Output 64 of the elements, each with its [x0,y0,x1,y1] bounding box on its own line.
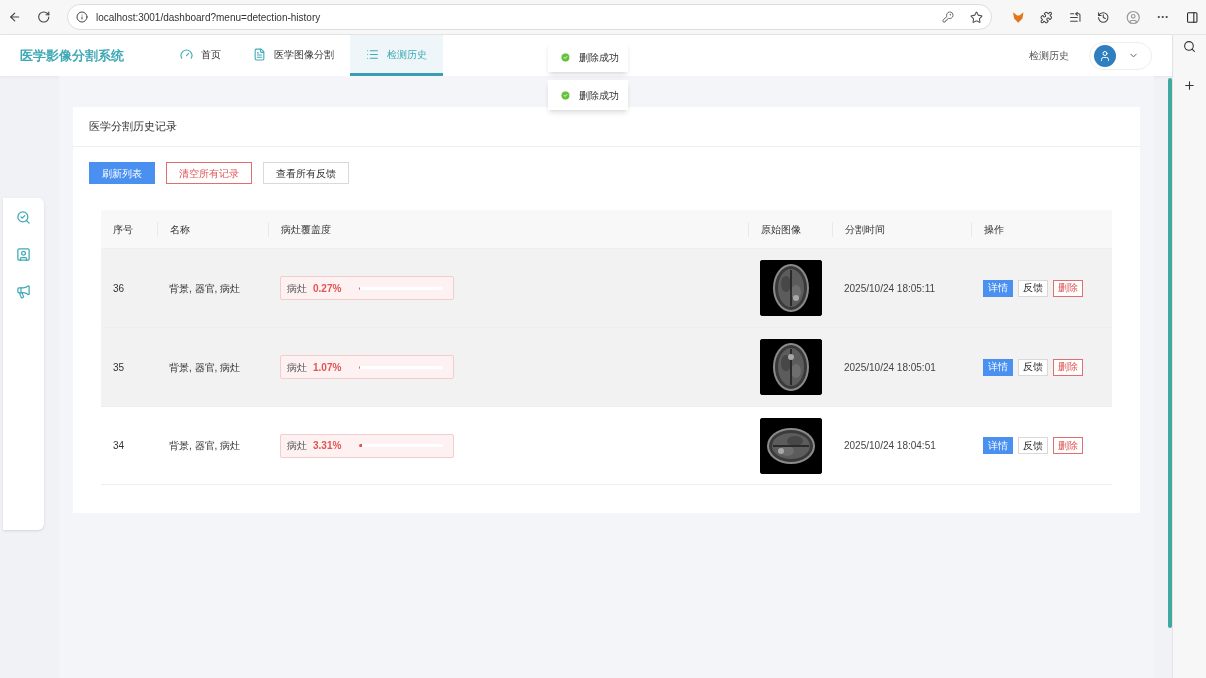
row-action-button[interactable]: 详情 [983,279,1013,297]
puzzle-icon[interactable] [1040,10,1053,24]
lesion-label: 病灶 [287,281,308,296]
column-header: 原始图像 [761,223,801,235]
column-header: 分割时间 [845,223,885,235]
lesion-label: 病灶 [287,360,308,375]
toast-message: 删除成功 [548,42,628,72]
reload-icon[interactable] [37,10,51,24]
success-icon [560,89,571,101]
favorites-icon[interactable] [1068,10,1082,24]
current-page-label: 检测历史 [1029,49,1069,63]
toolbar-button[interactable]: 清空所有记录 [166,162,252,184]
row-action-button[interactable]: 反馈 [1018,279,1048,297]
row-action-button[interactable]: 反馈 [1018,437,1048,454]
table-cell: 2025/10/24 18:05:01 [844,361,936,373]
profile-icon[interactable] [1125,9,1141,25]
sidebar-icon[interactable] [1185,10,1198,24]
row-action-button[interactable]: 详情 [983,358,1013,376]
row-action-button[interactable]: 删除 [1053,358,1083,376]
coverage-percent: 3.31% [313,439,343,453]
column-header: 名称 [170,223,190,235]
toast-message: 删除成功 [548,80,628,110]
list-icon [366,47,379,61]
fox-icon[interactable] [1011,10,1025,24]
star-icon[interactable] [969,10,983,24]
nav-tab[interactable]: 医学图像分割 [237,35,350,76]
megaphone-icon[interactable] [16,284,31,299]
key-icon[interactable] [941,11,954,23]
table-cell: 背景, 器官, 病灶 [169,361,241,373]
url-text: localhost:3001/dashboard?menu=detection-history [95,10,322,25]
nav-tab[interactable]: 检测历史 [350,35,443,76]
back-icon[interactable] [8,10,22,24]
lesion-label: 病灶 [287,439,308,453]
history-icon[interactable] [1097,10,1110,24]
search-icon[interactable] [1183,40,1196,53]
avatar-icon [1094,44,1116,67]
table-cell: 35 [113,361,125,373]
coverage-percent: 0.27% [313,281,343,296]
row-action-button[interactable]: 删除 [1053,279,1083,297]
table-cell: 36 [113,282,125,294]
address-bar[interactable]: localhost:3001/dashboard?menu=detection-history [66,4,992,30]
coverage-percent: 1.07% [313,360,343,375]
success-icon [560,51,571,63]
row-action-button[interactable]: 删除 [1053,437,1083,454]
table-cell: 2025/10/24 18:04:51 [844,440,936,451]
info-icon[interactable] [75,11,88,23]
table-cell: 2025/10/24 18:05:11 [844,282,935,294]
app-logo: 医学影像分割系统 [20,46,124,65]
row-action-button[interactable]: 详情 [983,437,1013,454]
add-icon[interactable] [1183,79,1196,92]
column-header: 序号 [113,223,133,235]
toolbar-button[interactable]: 查看所有反馈 [263,162,349,184]
toolbar-button[interactable]: 刷新列表 [89,162,155,184]
gauge-icon [180,47,193,61]
portrait-icon[interactable] [16,247,31,262]
card-title: 医学分割历史记录 [89,119,177,135]
column-header: 操作 [984,223,1004,235]
column-header: 病灶覆盖度 [281,223,331,235]
nav-tab[interactable]: 首页 [164,35,237,76]
table-cell: 背景, 器官, 病灶 [169,440,241,451]
row-action-button[interactable]: 反馈 [1018,358,1048,376]
document-icon [253,47,266,61]
table-cell: 背景, 器官, 病灶 [169,282,241,294]
table-cell: 34 [113,440,125,451]
